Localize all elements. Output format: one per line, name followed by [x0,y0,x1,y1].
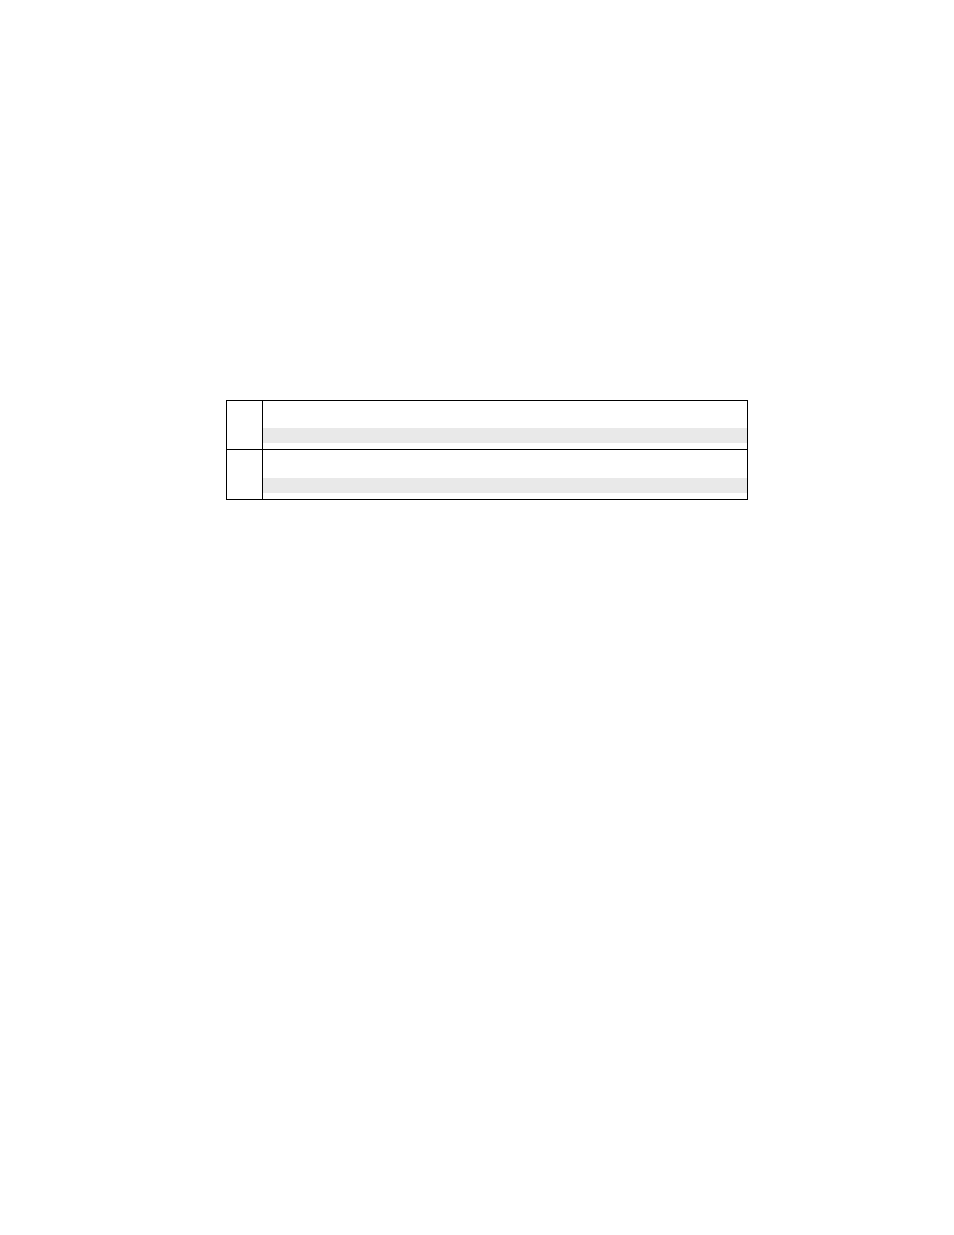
table-row [227,401,747,450]
table-cell-right [263,401,747,449]
table-row [227,450,747,499]
table-cell-left [227,450,263,499]
highlight-bar [263,478,747,493]
table-cell-left [227,401,263,449]
table-cell-right [263,450,747,499]
highlight-bar [263,428,747,443]
table [226,400,748,500]
